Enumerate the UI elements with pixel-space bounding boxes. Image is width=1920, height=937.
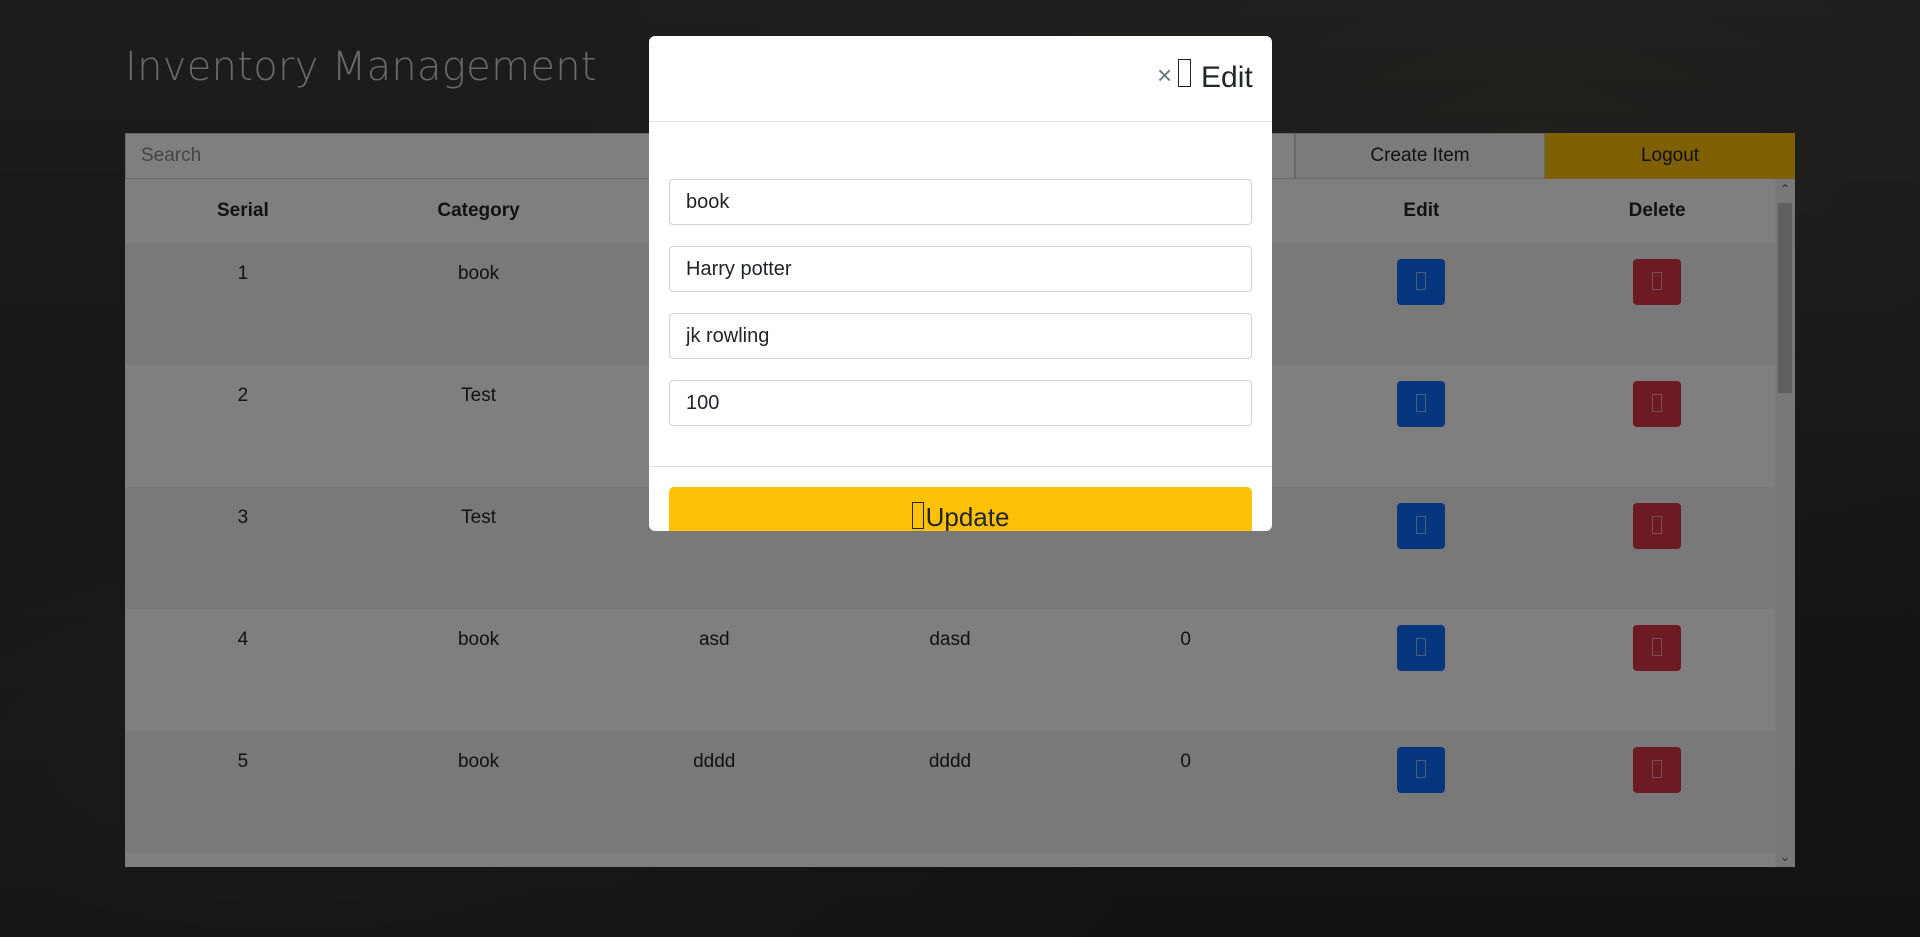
close-icon[interactable]: × xyxy=(1157,62,1172,88)
name-field[interactable] xyxy=(669,246,1252,292)
update-label: Update xyxy=(925,501,1010,532)
update-button[interactable]: Update xyxy=(669,487,1252,531)
save-icon xyxy=(911,501,924,529)
modal-footer: Update xyxy=(649,466,1272,531)
edit-icon xyxy=(1178,59,1191,87)
author-field[interactable] xyxy=(669,313,1252,359)
modal-title: Edit xyxy=(1201,61,1253,94)
edit-modal: × Edit Update xyxy=(649,36,1272,531)
category-field[interactable] xyxy=(669,179,1252,225)
modal-header: × Edit xyxy=(649,36,1272,122)
modal-body xyxy=(649,122,1272,466)
quantity-field[interactable] xyxy=(669,380,1252,426)
